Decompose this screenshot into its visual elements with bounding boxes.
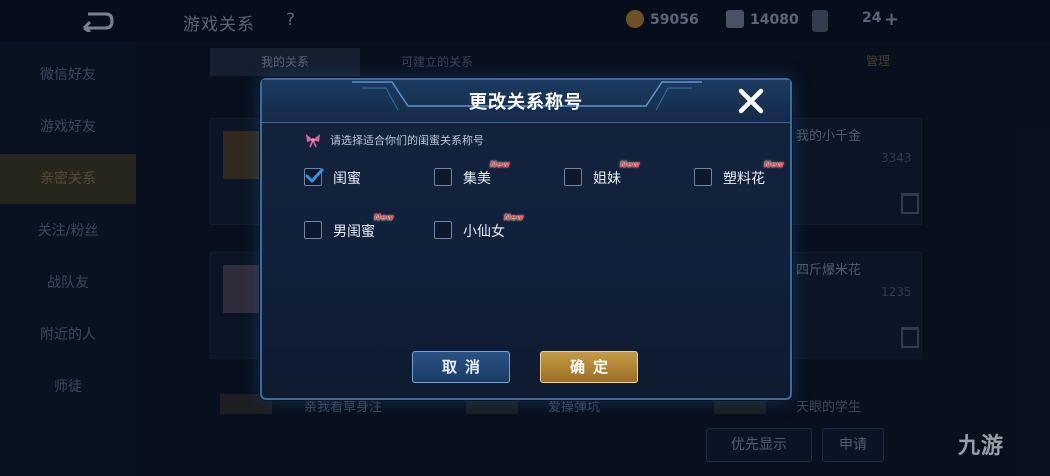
new-badge: New [374, 213, 394, 222]
option-label: 集美 [463, 171, 491, 187]
dialog-hint: 请选择适合你们的闺蜜关系称号 [330, 134, 484, 147]
checkbox[interactable] [434, 168, 452, 186]
checkbox[interactable] [564, 168, 582, 186]
option-label: 姐妹 [593, 171, 621, 187]
option-label: 小仙女 [463, 224, 505, 240]
option-label: 塑料花 [723, 171, 765, 187]
checkbox[interactable] [434, 221, 452, 239]
new-badge: New [620, 160, 640, 169]
change-title-dialog: 更改关系称号 请选择适合你们的闺蜜关系称号 闺蜜 集美 New 姐妹 New 塑… [260, 78, 792, 400]
dialog-header: 更改关系称号 [262, 80, 790, 123]
checkbox-checked[interactable] [304, 168, 324, 186]
new-badge: New [764, 160, 784, 169]
new-badge: New [504, 213, 524, 222]
dialog-title: 更改关系称号 [469, 92, 583, 113]
close-icon[interactable] [736, 86, 766, 116]
confirm-button[interactable]: 确定 [540, 351, 638, 383]
bow-icon [306, 134, 320, 148]
checkbox[interactable] [304, 221, 322, 239]
checkmark-icon [305, 168, 324, 183]
option-label: 闺蜜 [333, 171, 361, 187]
new-badge: New [490, 160, 510, 169]
cancel-button[interactable]: 取消 [412, 351, 510, 383]
option-label: 男闺蜜 [333, 224, 375, 240]
checkbox[interactable] [694, 168, 712, 186]
